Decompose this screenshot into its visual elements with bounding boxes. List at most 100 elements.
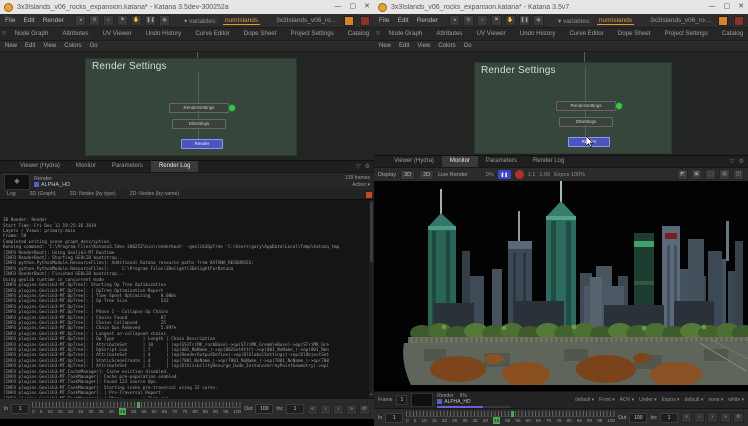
variables-dropdown[interactable]: numIslands	[597, 17, 634, 25]
playhead[interactable]	[511, 411, 514, 417]
toolbar-icon[interactable]: ⚙	[89, 15, 100, 26]
catalog-dropdown[interactable]: Front ▾	[599, 397, 615, 403]
log-tab[interactable]: 2D: Nodes (by type)	[63, 190, 123, 199]
toolbar-icon[interactable]: ◉	[159, 15, 170, 26]
panel-tab[interactable]: Dope Sheet	[611, 28, 658, 40]
inc-field[interactable]: 1	[286, 404, 304, 414]
action-dropdown[interactable]: Action ▾	[345, 182, 370, 189]
session-tab[interactable]: 3x3Islands_v06_rocks_M...	[650, 17, 712, 24]
view-2d-button[interactable]: 2D	[419, 170, 434, 180]
pane-gear-icon[interactable]: ⚙	[739, 158, 744, 165]
view-flag-icon[interactable]	[228, 104, 236, 112]
titlebar[interactable]: 3x3Islands_v06_rocks_expansion.katana* -…	[0, 0, 374, 14]
menu-render[interactable]: Render	[416, 17, 439, 24]
transport-button[interactable]: »	[720, 412, 731, 423]
maximize-button[interactable]: ▢	[350, 0, 357, 14]
toolbar-icon[interactable]: ◂	[75, 15, 86, 26]
catalog-entry[interactable]: ALPHA_HD	[34, 182, 341, 188]
minimize-button[interactable]: —	[709, 0, 716, 14]
transport-button[interactable]: ‹	[694, 412, 705, 423]
panel-tab[interactable]: UV Viewer	[469, 28, 512, 40]
toolbar-icon[interactable]: ❚❚	[519, 15, 530, 26]
nodegraph-menu[interactable]: Go	[464, 43, 472, 49]
close-button[interactable]: ✕	[364, 0, 370, 14]
toolbar-icon[interactable]: ⚑	[117, 15, 128, 26]
panel-tab[interactable]: Undo History	[139, 28, 189, 40]
catalog-dropdown[interactable]: AOV ▾	[620, 397, 634, 403]
frame-ruler[interactable]: 0510152025303540455055606570758085909510…	[406, 411, 615, 425]
panel-tab[interactable]: Node Graph	[382, 28, 430, 40]
minimize-button[interactable]: —	[335, 0, 342, 14]
menu-edit[interactable]: Edit	[22, 17, 35, 24]
live-render-button[interactable]: Live Render	[438, 172, 468, 178]
nodegraph-menu[interactable]: View	[43, 43, 56, 49]
monitor-tool-icon[interactable]: ▣	[691, 169, 702, 180]
tab-monitor[interactable]: Monitor	[442, 156, 478, 167]
monitor-tool-icon[interactable]: ◫	[733, 169, 744, 180]
transport-button[interactable]: ‹	[320, 404, 331, 415]
toolbar-icon[interactable]: ⌕	[477, 15, 488, 26]
node-graph-canvas[interactable]: Render Settings RenderSettings DlSetting…	[0, 52, 374, 160]
log-tab[interactable]: 3D (Graph)	[23, 190, 63, 199]
node-rendersettings[interactable]: RenderSettings	[169, 103, 229, 113]
catalog-dropdown[interactable]: default ▾	[575, 397, 594, 403]
panel-tab[interactable]: Attributes	[55, 28, 95, 40]
tab-parameters[interactable]: Parameters	[104, 161, 151, 172]
log-tab[interactable]: 2D: Nodes (by name)	[123, 190, 186, 199]
panel-tab[interactable]: Curve Editor	[562, 28, 610, 40]
node-dlsettings[interactable]: DlSettings	[172, 119, 226, 129]
toolbar-icon[interactable]: ◉	[533, 15, 544, 26]
log-tab[interactable]: Log	[0, 190, 23, 199]
panel-tab[interactable]: Project Settings	[657, 28, 714, 40]
catalog-dropdown[interactable]: Expos ▾	[662, 397, 680, 403]
tab-viewer-hydra[interactable]: Viewer (Hydra)	[12, 161, 68, 172]
monitor-tool-icon[interactable]: ◩	[677, 169, 688, 180]
nodegraph-menu[interactable]: Go	[90, 43, 98, 49]
panel-tab[interactable]: Node Graph	[8, 28, 56, 40]
nodegraph-menu[interactable]: Colors	[64, 43, 81, 49]
in-frame-field[interactable]: 1	[385, 413, 403, 423]
render-thumbnail[interactable]: ◆	[4, 174, 30, 190]
script-icon[interactable]	[718, 16, 728, 26]
catalog-dropdown[interactable]: Under ▾	[639, 397, 657, 403]
catalog-dropdown[interactable]: white ▾	[728, 397, 744, 403]
menu-edit[interactable]: Edit	[396, 17, 409, 24]
panel-tab[interactable]: Catalog	[341, 28, 374, 40]
node-graph-canvas[interactable]: Render Settings RenderSettings DlSetting…	[374, 52, 748, 155]
transport-button[interactable]: ›	[333, 404, 344, 415]
transport-button[interactable]: «	[307, 404, 318, 415]
panel-tab[interactable]: Catalog	[715, 28, 748, 40]
transport-button[interactable]: ⟳	[359, 404, 370, 415]
transport-button[interactable]: »	[346, 404, 357, 415]
node-rendersettings[interactable]: RenderSettings	[556, 101, 616, 111]
monitor-tool-icon[interactable]: ⬚	[705, 169, 716, 180]
scrollbar-thumb[interactable]	[370, 202, 373, 262]
panel-tab[interactable]: Dope Sheet	[237, 28, 284, 40]
variables-dropdown[interactable]: numIslands	[223, 17, 260, 25]
pane-gear-icon[interactable]: ⚙	[365, 163, 370, 170]
render-settings-backdrop[interactable]: Render Settings RenderSettings DlSetting…	[85, 58, 297, 156]
tab-parameters[interactable]: Parameters	[478, 156, 525, 167]
tab-viewer-hydra[interactable]: Viewer (Hydra)	[386, 156, 442, 167]
nodegraph-menu[interactable]: Edit	[399, 43, 409, 49]
session-tab[interactable]: 3x3Islands_v06_rocks_M...	[276, 17, 338, 24]
panel-tab[interactable]: UV Viewer	[95, 28, 138, 40]
filter-icon[interactable]: ▽	[730, 158, 735, 165]
nodegraph-menu[interactable]: New	[379, 43, 391, 49]
tab-monitor[interactable]: Monitor	[68, 161, 104, 172]
menu-render[interactable]: Render	[42, 17, 65, 24]
catalog-dropdown[interactable]: default ▾	[684, 397, 703, 403]
node-dlsettings[interactable]: DlSettings	[559, 117, 613, 127]
transport-button[interactable]: ⟳	[733, 412, 744, 423]
panel-tab[interactable]: Project Settings	[283, 28, 340, 40]
nodegraph-menu[interactable]: View	[417, 43, 430, 49]
frame-field[interactable]: 1	[396, 395, 407, 405]
catalog-dropdown[interactable]: none ▾	[708, 397, 723, 403]
pause-button[interactable]: ❚❚	[498, 170, 511, 179]
script-icon[interactable]	[344, 16, 354, 26]
view-flag-icon[interactable]	[615, 102, 623, 110]
transport-button[interactable]: «	[681, 412, 692, 423]
toolbar-icon[interactable]: ◂	[449, 15, 460, 26]
panel-tab[interactable]: Attributes	[429, 28, 469, 40]
alert-icon[interactable]	[734, 16, 744, 26]
